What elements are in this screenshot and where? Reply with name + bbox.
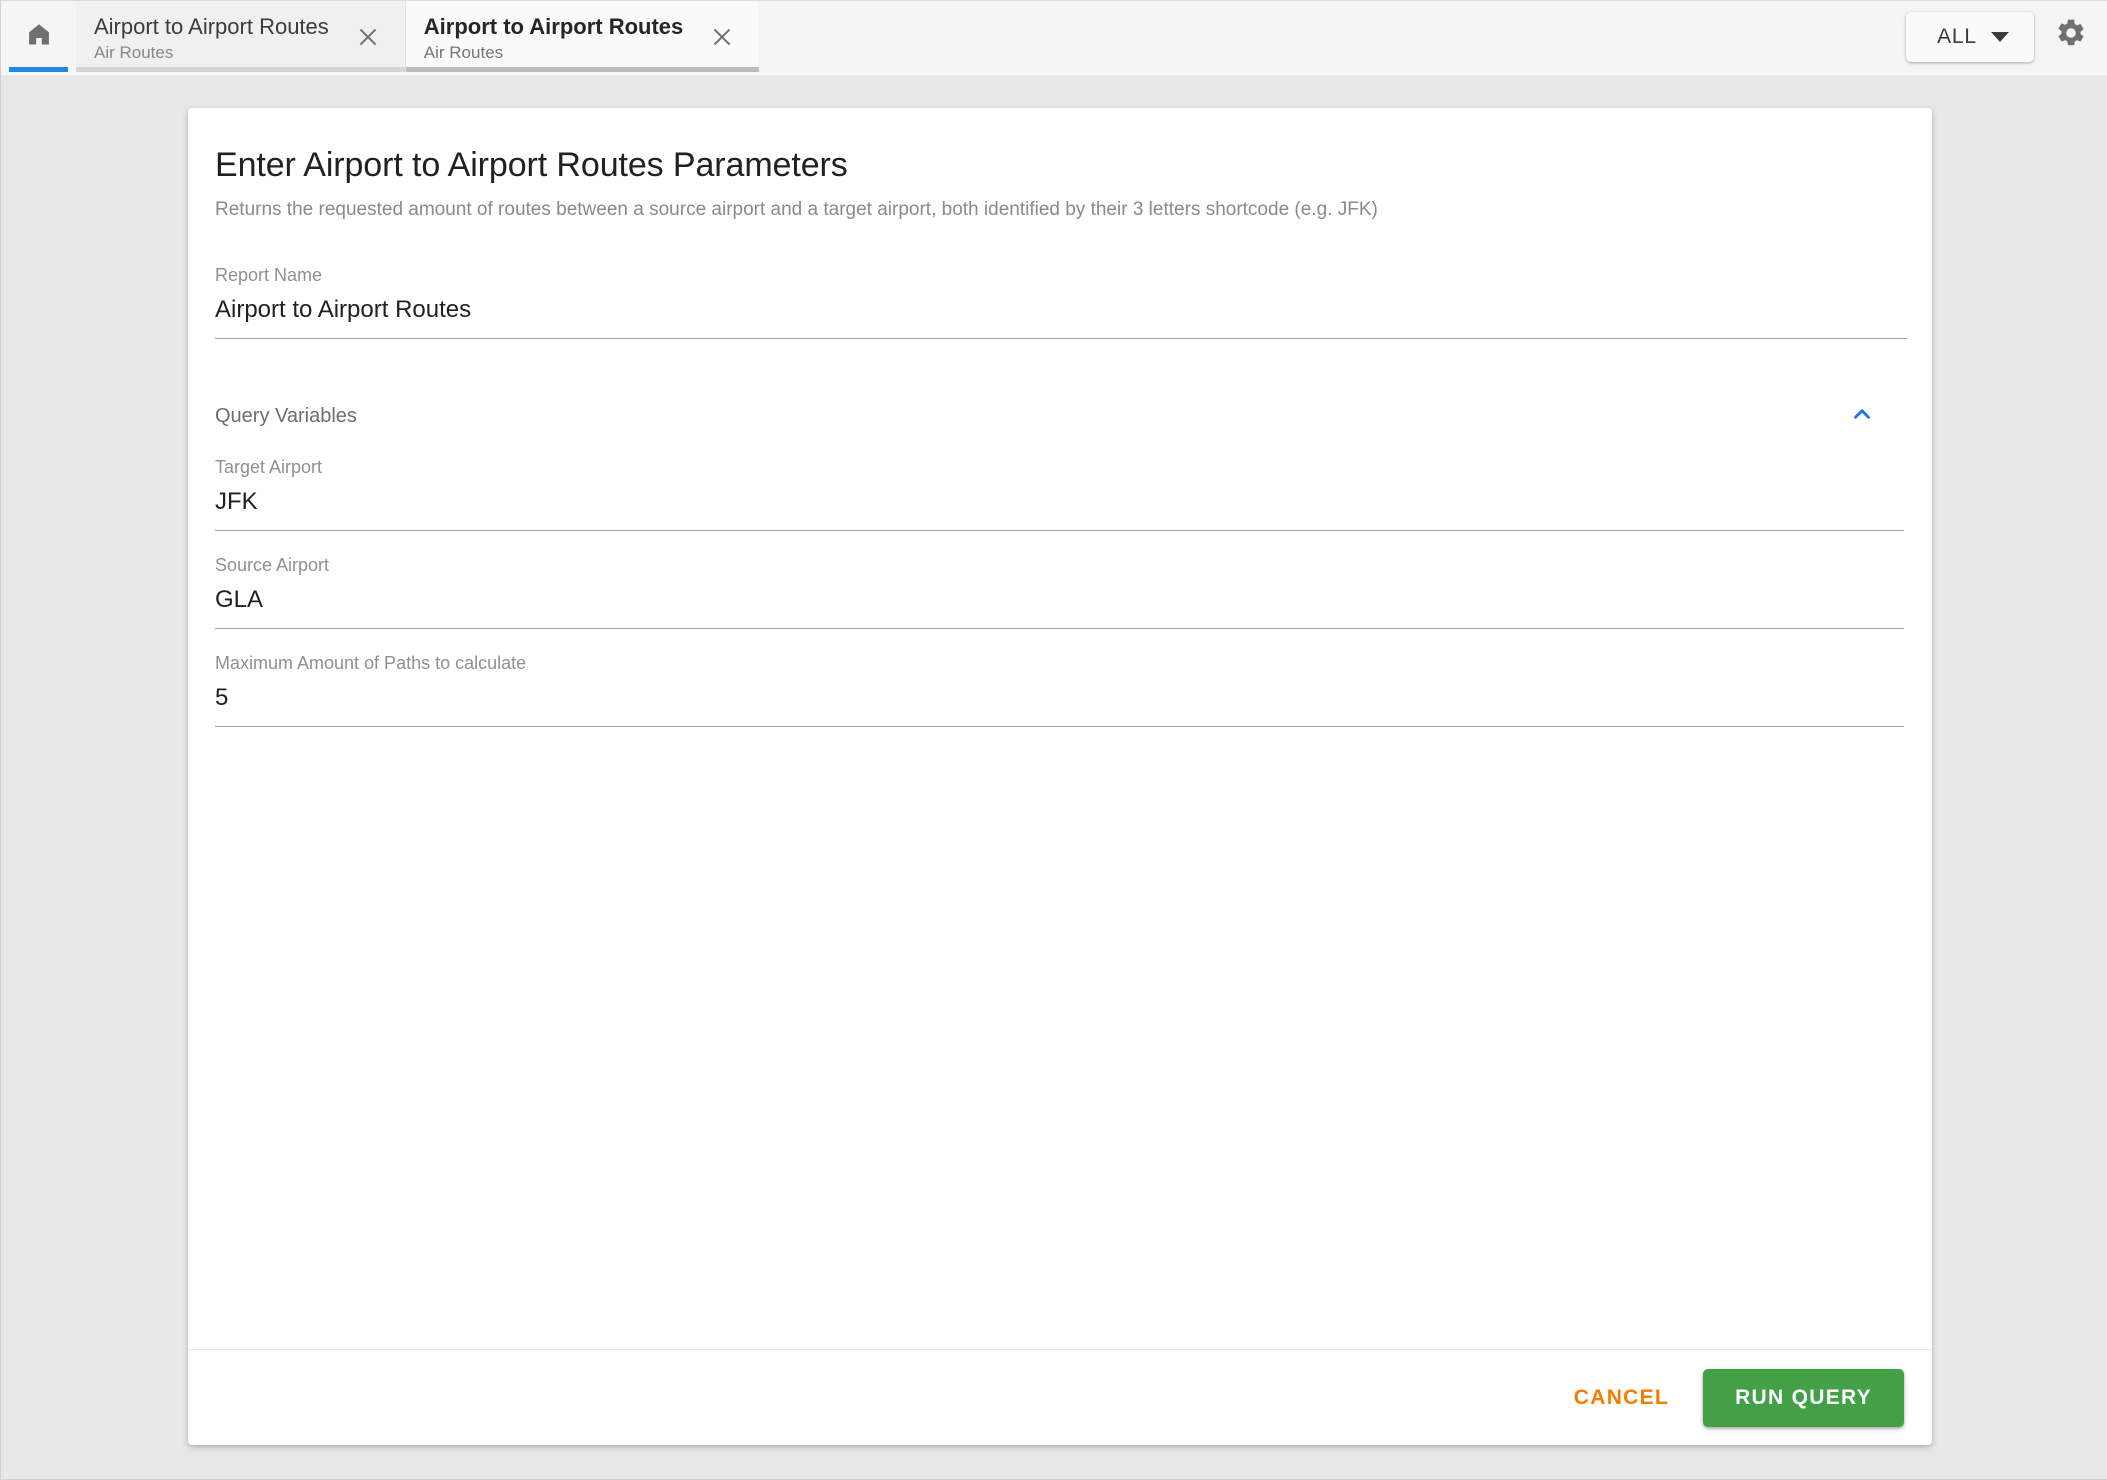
tab-underline [405,67,760,72]
target-airport-underline [215,530,1904,531]
report-name-underline [215,338,1907,339]
source-airport-input[interactable]: GLA [215,585,1905,615]
source-airport-field[interactable]: Source Airport GLA [215,554,1905,629]
settings-button[interactable] [2048,12,2094,58]
tab-airport-routes-2[interactable]: Airport to Airport Routes Air Routes [405,1,760,72]
max-paths-underline [215,726,1904,727]
tab-close-button[interactable] [705,20,739,54]
max-paths-label: Maximum Amount of Paths to calculate [215,653,527,673]
card-body: Enter Airport to Airport Routes Paramete… [188,108,1932,1349]
report-name-field[interactable]: Report Name Airport to Airport Routes [215,264,1907,339]
home-icon [25,20,53,53]
chevron-up-icon [1849,401,1875,432]
page-description: Returns the requested amount of routes b… [215,199,1378,220]
gear-icon [2055,17,2087,54]
parameters-card: Enter Airport to Airport Routes Paramete… [188,108,1932,1445]
page-title: Enter Airport to Airport Routes Paramete… [215,146,848,184]
report-name-label: Report Name [215,265,323,285]
target-airport-field[interactable]: Target Airport JFK [215,456,1905,531]
cancel-button[interactable]: CANCEL [1550,1372,1693,1424]
query-variables-collapse-button[interactable] [1842,399,1882,433]
target-airport-input[interactable]: JFK [215,487,1905,517]
report-name-input[interactable]: Airport to Airport Routes [215,295,1905,325]
filter-all-dropdown[interactable]: ALL [1906,12,2034,62]
tab-close-button[interactable] [351,20,385,54]
tab-underline [76,67,405,72]
query-variables-label: Query Variables [215,405,357,427]
tab-subtitle: Air Routes [423,42,504,62]
source-airport-label: Source Airport [215,555,330,575]
tab-subtitle: Air Routes [94,42,174,62]
tab-title: Airport to Airport Routes [94,13,329,39]
run-query-button[interactable]: RUN QUERY [1703,1368,1904,1427]
tab-airport-routes-1[interactable]: Airport to Airport Routes Air Routes [76,1,405,72]
source-airport-underline [215,628,1904,629]
tab-labels: Airport to Airport Routes Air Routes [424,10,684,64]
tab-labels: Airport to Airport Routes Air Routes [94,10,329,64]
tab-title: Airport to Airport Routes [423,13,684,39]
card-footer: CANCEL RUN QUERY [188,1349,1932,1445]
max-paths-input[interactable]: 5 [215,683,1905,713]
max-paths-field[interactable]: Maximum Amount of Paths to calculate 5 [215,652,1905,727]
tab-bar-spacer [759,1,1906,72]
filter-all-label: ALL [1937,25,1977,48]
chevron-down-icon [1990,32,2009,42]
target-airport-label: Target Airport [215,457,323,477]
home-active-indicator [9,67,68,72]
tab-bar: Airport to Airport Routes Air Routes Air… [1,0,2107,75]
query-variables-section-header[interactable]: Query Variables [215,399,1905,433]
home-button[interactable] [1,1,76,72]
